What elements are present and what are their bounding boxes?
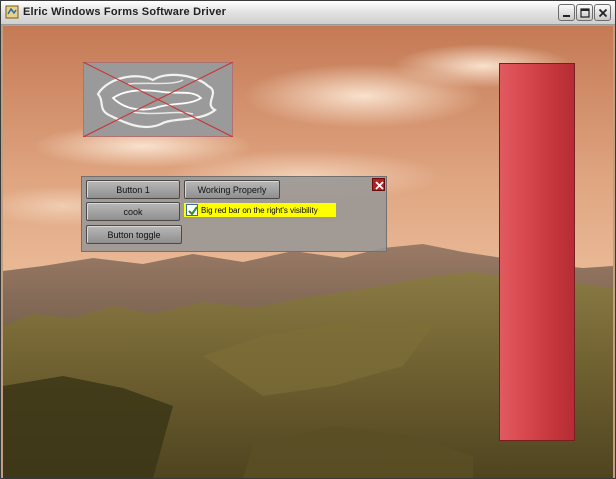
app-window: Elric Windows Forms Software Driver Butt… [0, 0, 616, 479]
panel-close-button[interactable] [372, 178, 385, 191]
crossed-out-texture-icon [83, 62, 233, 137]
close-icon [598, 8, 608, 18]
minimize-button[interactable] [558, 4, 575, 21]
app-icon[interactable] [5, 5, 19, 19]
cook-button[interactable]: cook [86, 202, 180, 221]
close-window-button[interactable] [594, 4, 611, 21]
title-bar[interactable]: Elric Windows Forms Software Driver [1, 1, 615, 25]
checkmark-icon [188, 206, 198, 216]
button-1[interactable]: Button 1 [86, 180, 180, 199]
red-bar-visibility-checkbox-row[interactable]: Big red bar on the right's visibility [184, 203, 336, 217]
close-icon [375, 181, 384, 190]
checkbox-label: Big red bar on the right's visibility [201, 205, 318, 215]
maximize-icon [580, 8, 590, 18]
maximize-button[interactable] [576, 4, 593, 21]
working-properly-button[interactable]: Working Properly [184, 180, 280, 199]
button-toggle[interactable]: Button toggle [86, 225, 182, 244]
window-title: Elric Windows Forms Software Driver [23, 6, 227, 18]
render-viewport[interactable]: Button 1 cook Button toggle Working Prop… [3, 26, 613, 478]
red-bar-visibility-checkbox[interactable] [186, 204, 198, 216]
red-bar [499, 63, 575, 441]
gui-window-panel: Button 1 cook Button toggle Working Prop… [81, 176, 387, 252]
minimize-icon [563, 15, 570, 17]
